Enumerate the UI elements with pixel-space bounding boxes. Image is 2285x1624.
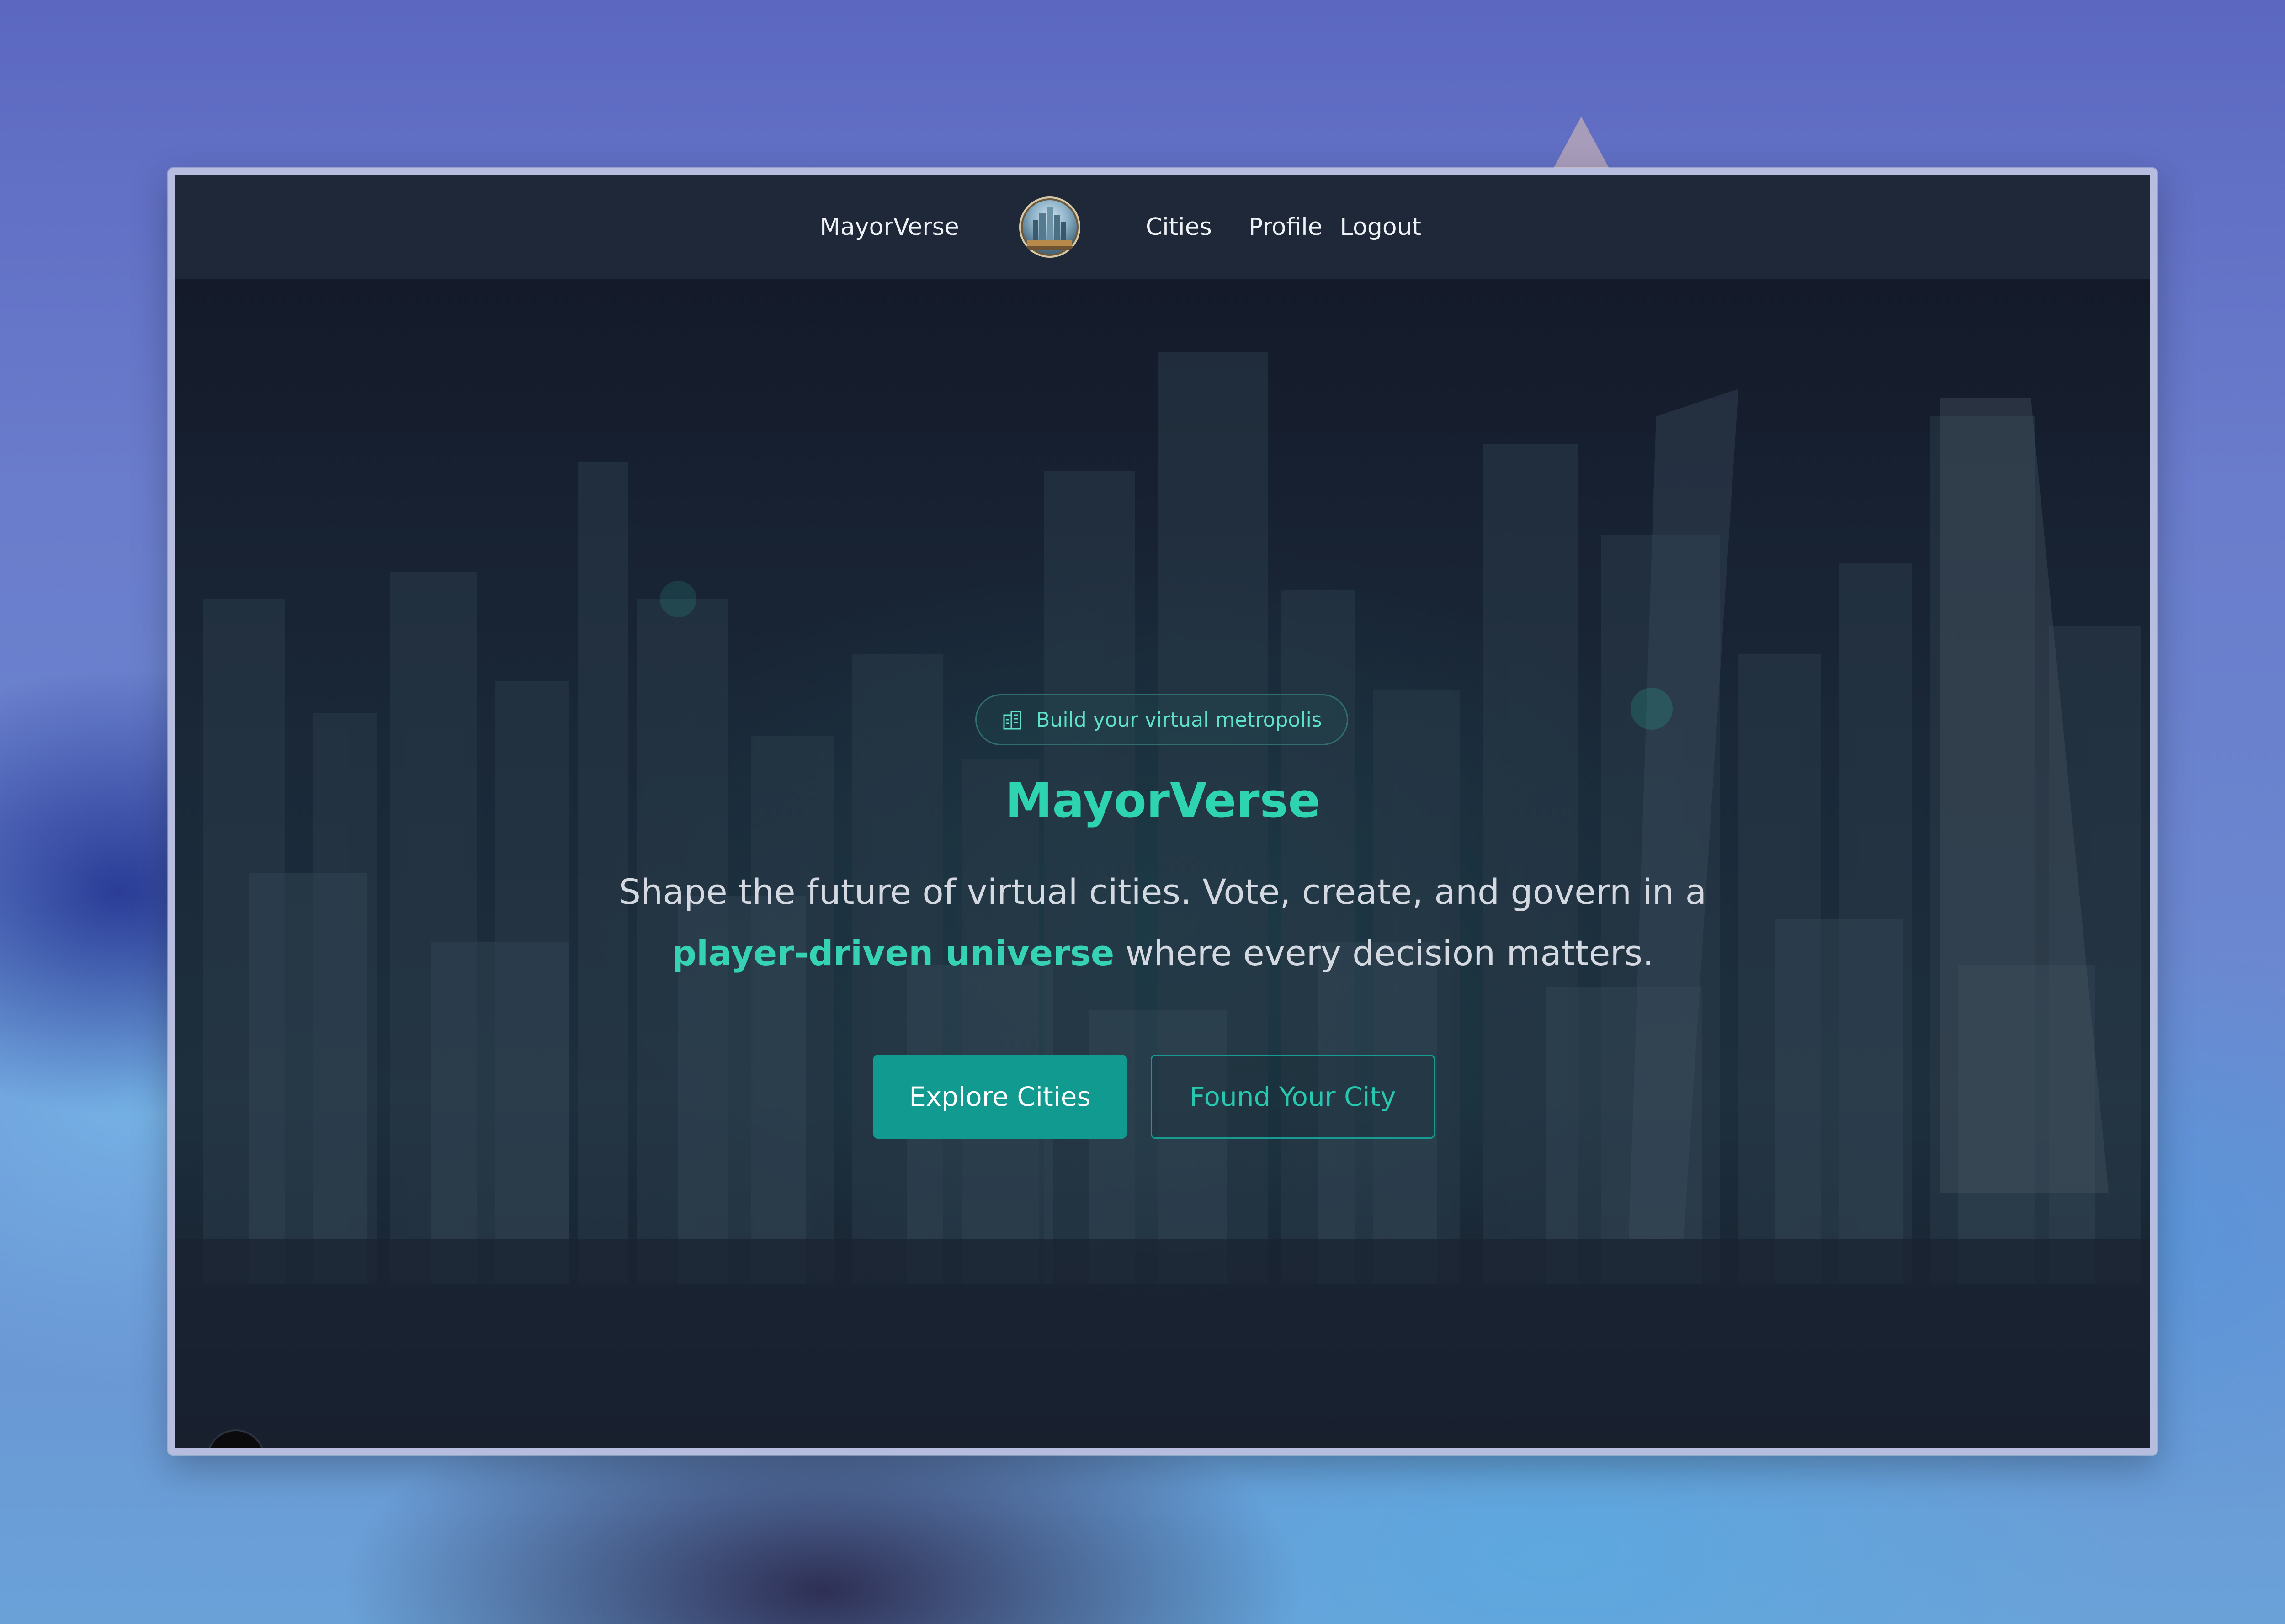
hero-description-highlight: player-driven universe	[671, 933, 1115, 973]
hero-description-line1: Shape the future of virtual cities. Vote…	[618, 871, 1707, 912]
hero-description-tail: where every decision matters.	[1114, 933, 1654, 973]
hero-description-line2: player-driven universe where every decis…	[175, 933, 2150, 973]
nav-link-profile[interactable]: Profile	[1249, 175, 1323, 279]
city-skyline-background	[175, 352, 2150, 1448]
hero-badge: Build your virtual metropolis	[975, 694, 1348, 745]
hero-title: MayorVerse	[1004, 773, 1321, 828]
nav-link-logout[interactable]: Logout	[1340, 175, 1421, 279]
browser-window: MayorVerse Cities Profile Logout Build y…	[168, 168, 2157, 1455]
hero-badge-label: Build your virtual metropolis	[1036, 708, 1322, 732]
nav-brand-link[interactable]: MayorVerse	[820, 175, 959, 279]
navbar: MayorVerse Cities Profile Logout	[175, 175, 2150, 279]
nav-link-cities[interactable]: Cities	[1146, 175, 1212, 279]
hero-section: Build your virtual metropolis MayorVerse…	[175, 279, 2150, 1448]
building-icon	[1003, 711, 1021, 730]
nav-inner: MayorVerse Cities Profile Logout	[820, 175, 1505, 279]
city-logo-icon[interactable]	[1019, 196, 1080, 258]
page-viewport: MayorVerse Cities Profile Logout Build y…	[175, 175, 2150, 1448]
wallpaper-peak	[1549, 117, 1613, 176]
explore-cities-button[interactable]: Explore Cities	[873, 1055, 1127, 1139]
found-your-city-button[interactable]: Found Your City	[1151, 1055, 1435, 1139]
